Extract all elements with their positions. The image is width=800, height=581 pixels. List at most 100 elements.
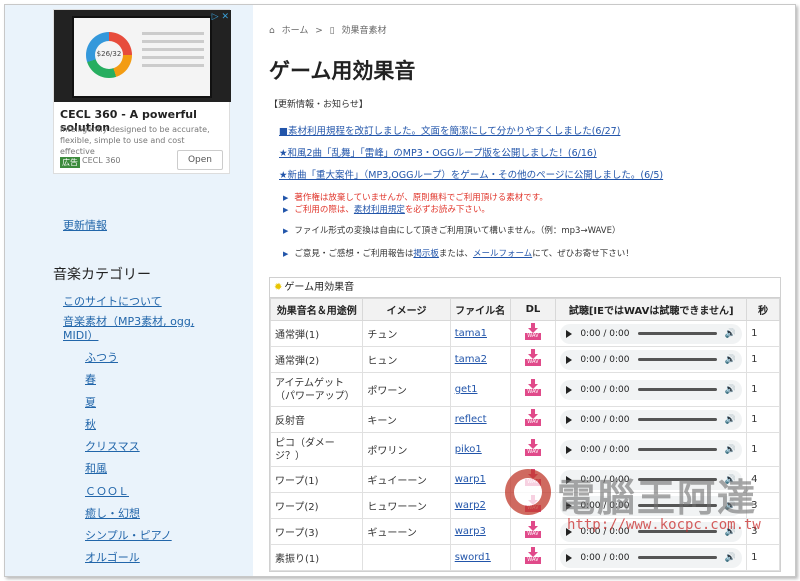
news-link-2[interactable]: ★和風2曲「乱舞」「雷峰」のMP3・OGGループ版を公開しました！(6/16) <box>279 145 597 159</box>
seek-bar[interactable] <box>637 418 717 421</box>
download-wav-icon[interactable]: WAV <box>524 547 542 565</box>
download-wav-icon[interactable]: WAV <box>524 379 542 397</box>
sidebar-sub-healing[interactable]: 癒し・幻想 <box>85 505 140 521</box>
audio-player[interactable]: 0:00 / 0:00 🔊 <box>560 495 743 516</box>
table-row: ワープ(2) ヒュワーーン warp2 WAV 0:00 / 0:00 🔊 3 <box>269 492 780 519</box>
play-icon[interactable] <box>566 527 573 536</box>
cell-image: チュン <box>362 320 451 347</box>
cell-name: 通常弾(1) <box>269 320 364 347</box>
seek-bar[interactable] <box>637 530 717 533</box>
sidebar-sub-cool[interactable]: ＣＯＯＬ <box>85 483 129 499</box>
play-icon[interactable] <box>566 445 573 454</box>
mail-form-link[interactable]: メールフォーム <box>473 249 532 259</box>
play-icon[interactable] <box>566 501 573 510</box>
volume-icon[interactable]: 🔊 <box>725 475 736 485</box>
cell-filename-link[interactable]: piko1 <box>449 432 511 467</box>
volume-icon[interactable]: 🔊 <box>725 445 736 455</box>
volume-icon[interactable]: 🔊 <box>725 553 736 563</box>
seek-bar[interactable] <box>637 388 717 391</box>
seek-bar[interactable] <box>637 448 717 451</box>
sidebar-sub-christmas[interactable]: クリスマス <box>85 438 140 454</box>
ad-badge: 広告 <box>60 157 80 168</box>
bbs-link[interactable]: 掲示板 <box>413 249 439 259</box>
download-wav-icon[interactable]: WAV <box>524 439 542 457</box>
audio-player[interactable]: 0:00 / 0:00 🔊 <box>560 323 743 344</box>
cell-seconds: 1 <box>746 406 780 433</box>
table-caption: ✹ ゲーム用効果音 <box>270 278 780 298</box>
download-wav-icon[interactable]: WAV <box>524 349 542 367</box>
cell-filename-link[interactable]: warp2 <box>449 492 511 519</box>
col-header-seconds: 秒 <box>746 298 780 321</box>
seek-bar[interactable] <box>637 358 717 361</box>
cell-filename-link[interactable]: tama1 <box>449 320 511 347</box>
news-link-3[interactable]: ★新曲「重大案件」（MP3,OGGループ）をゲーム・その他のページに公開しました… <box>279 167 663 181</box>
sidebar-sub-spring[interactable]: 春 <box>85 371 96 387</box>
cell-filename-link[interactable]: sword1 <box>449 544 511 571</box>
cell-player: 0:00 / 0:00 🔊 <box>555 372 748 407</box>
cell-player: 0:00 / 0:00 🔊 <box>555 432 748 467</box>
audio-player[interactable]: 0:00 / 0:00 🔊 <box>560 521 743 542</box>
news-link-1[interactable]: ■素材利用規程を改訂しました。文面を簡潔にして分かりやすくしました(6/27) <box>279 123 620 137</box>
cell-name: ピコ（ダメージ？） <box>269 432 364 467</box>
volume-icon[interactable]: 🔊 <box>725 415 736 425</box>
player-time: 0:00 / 0:00 <box>580 384 630 395</box>
sidebar-link-update[interactable]: 更新情報 <box>63 217 107 233</box>
sidebar-sub-autumn[interactable]: 秋 <box>85 416 96 432</box>
play-icon[interactable] <box>566 385 573 394</box>
cell-filename-link[interactable]: get1 <box>449 372 511 407</box>
play-icon[interactable] <box>566 415 573 424</box>
cell-seconds: 1 <box>746 320 780 347</box>
cell-download: WAV <box>509 492 557 519</box>
download-wav-icon[interactable]: WAV <box>524 495 542 513</box>
player-time: 0:00 / 0:00 <box>580 526 630 537</box>
ad-banner[interactable]: $26/32 ▷ ✕ CECL 360 - A powerful solutio… <box>53 9 231 174</box>
download-wav-icon[interactable]: WAV <box>524 409 542 427</box>
seek-bar[interactable] <box>637 332 717 335</box>
cell-filename-link[interactable]: warp3 <box>449 518 511 545</box>
play-icon[interactable] <box>566 475 573 484</box>
volume-icon[interactable]: 🔊 <box>725 527 736 537</box>
cell-filename-link[interactable]: reflect <box>449 406 511 433</box>
ad-choices-icon[interactable]: ▷ ✕ <box>212 12 229 22</box>
volume-icon[interactable]: 🔊 <box>725 501 736 511</box>
ad-open-button[interactable]: Open <box>177 150 223 170</box>
volume-icon[interactable]: 🔊 <box>725 385 736 395</box>
player-time: 0:00 / 0:00 <box>580 500 630 511</box>
sidebar-sub-piano[interactable]: シンプル・ピアノ <box>85 527 172 543</box>
play-icon[interactable] <box>566 553 573 562</box>
cell-filename-link[interactable]: tama2 <box>449 346 511 373</box>
cell-filename-link[interactable]: warp1 <box>449 466 511 493</box>
sidebar-link-music-material[interactable]: 音楽素材（MP3素材, ogg, MIDI） <box>63 315 213 343</box>
audio-player[interactable]: 0:00 / 0:00 🔊 <box>560 379 743 400</box>
cell-image: ヒュワーーン <box>362 492 451 519</box>
note-usage-text-b: を必ずお読み下さい。 <box>404 205 490 215</box>
sidebar-sub-normal[interactable]: ふつう <box>85 349 118 365</box>
download-wav-icon[interactable]: WAV <box>524 521 542 539</box>
breadcrumb-home[interactable]: ホーム <box>282 26 309 36</box>
download-wav-icon[interactable]: WAV <box>524 323 542 341</box>
table-row: ピコ（ダメージ？） ポワリン piko1 WAV 0:00 / 0:00 🔊 1 <box>269 432 780 467</box>
volume-icon[interactable]: 🔊 <box>725 355 736 365</box>
play-icon[interactable] <box>566 329 573 338</box>
volume-icon[interactable]: 🔊 <box>725 329 736 339</box>
play-icon[interactable] <box>566 355 573 364</box>
cell-player: 0:00 / 0:00 🔊 <box>555 466 748 493</box>
cell-image <box>362 544 451 571</box>
audio-player[interactable]: 0:00 / 0:00 🔊 <box>560 349 743 370</box>
cell-seconds: 1 <box>746 372 780 407</box>
audio-player[interactable]: 0:00 / 0:00 🔊 <box>560 439 743 460</box>
audio-player[interactable]: 0:00 / 0:00 🔊 <box>560 547 743 568</box>
audio-player[interactable]: 0:00 / 0:00 🔊 <box>560 469 743 490</box>
terms-link[interactable]: 素材利用規定 <box>354 205 405 215</box>
seek-bar[interactable] <box>637 556 717 559</box>
cell-download: WAV <box>509 320 557 347</box>
download-wav-icon[interactable]: WAV <box>524 469 542 487</box>
sidebar-sub-summer[interactable]: 夏 <box>85 394 96 410</box>
seek-bar[interactable] <box>637 478 717 481</box>
ad-image[interactable]: $26/32 ▷ ✕ <box>54 10 231 102</box>
sidebar-sub-music-box[interactable]: オルゴール <box>85 549 140 565</box>
sidebar-link-about[interactable]: このサイトについて <box>63 293 162 309</box>
sidebar-sub-japanese[interactable]: 和風 <box>85 460 107 476</box>
audio-player[interactable]: 0:00 / 0:00 🔊 <box>560 409 743 430</box>
seek-bar[interactable] <box>637 504 717 507</box>
